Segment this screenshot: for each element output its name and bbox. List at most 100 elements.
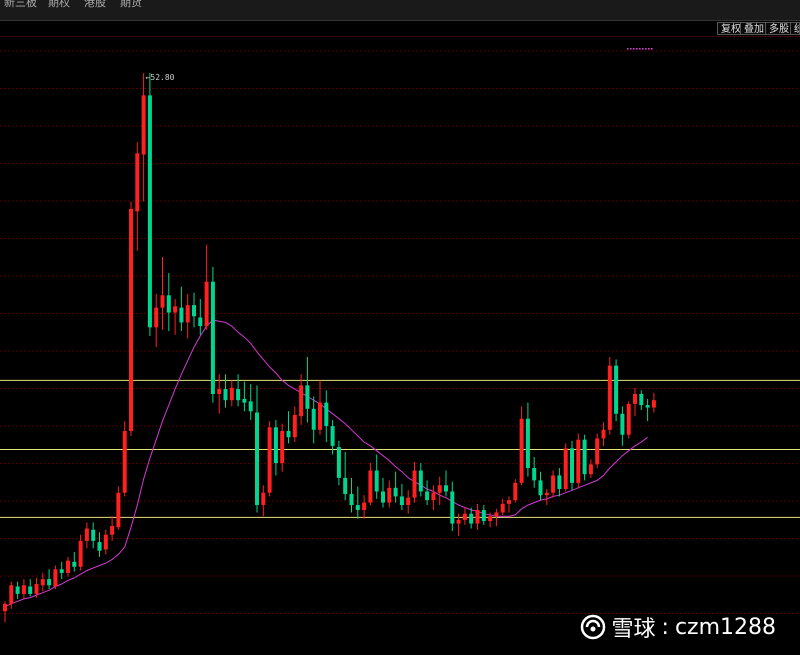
candle-body bbox=[538, 480, 543, 496]
candle-body bbox=[15, 586, 20, 594]
top-tab-bar: 新三板 期权 港股 期货 bbox=[0, 0, 800, 21]
candle-body bbox=[563, 448, 568, 490]
candle-body bbox=[582, 439, 587, 475]
candle-body bbox=[437, 485, 442, 493]
candle-body bbox=[116, 492, 121, 528]
watermark-site: 雪球 bbox=[611, 617, 656, 642]
legend-dot bbox=[633, 48, 635, 50]
tab-hk-stocks[interactable]: 港股 bbox=[84, 0, 106, 10]
legend-dot bbox=[642, 48, 644, 50]
candle-body bbox=[135, 153, 140, 212]
candle-body bbox=[525, 418, 530, 469]
legend-dot bbox=[645, 48, 647, 50]
watermark-separator: : bbox=[661, 614, 669, 640]
candle-body bbox=[412, 470, 417, 498]
legend-dot bbox=[630, 48, 632, 50]
candle-body bbox=[368, 470, 373, 503]
multi-stock-button[interactable]: 多股 bbox=[765, 22, 793, 35]
candle-body bbox=[633, 394, 637, 404]
candle-body bbox=[475, 510, 480, 524]
candle-body bbox=[488, 516, 493, 522]
candle-body bbox=[229, 387, 234, 401]
candle-body bbox=[481, 510, 486, 522]
candle-body bbox=[355, 505, 360, 510]
candle-body bbox=[456, 519, 461, 524]
candle-body bbox=[318, 402, 322, 430]
candle-body bbox=[204, 281, 209, 327]
candle-body bbox=[330, 426, 335, 446]
candle-body bbox=[393, 487, 398, 497]
candle-body bbox=[494, 512, 499, 517]
legend-dot bbox=[636, 48, 638, 50]
candle-body bbox=[280, 431, 285, 464]
candle-body bbox=[185, 305, 190, 323]
candle-body bbox=[248, 401, 253, 412]
candlestick-chart: ←52.80 bbox=[0, 48, 800, 623]
candle-body bbox=[173, 306, 178, 313]
candle-body bbox=[217, 389, 222, 394]
candle-body bbox=[645, 405, 650, 408]
candle-body bbox=[614, 365, 619, 414]
candle-body bbox=[198, 317, 203, 327]
candle-body bbox=[651, 400, 656, 408]
candle-body bbox=[110, 526, 115, 535]
candle-body bbox=[122, 431, 127, 493]
candle-body bbox=[570, 448, 574, 483]
tab-futures[interactable]: 期货 bbox=[120, 0, 142, 10]
candle-body bbox=[286, 431, 291, 438]
legend-dot bbox=[651, 48, 653, 50]
candle-body bbox=[21, 585, 26, 594]
candle-body bbox=[40, 579, 45, 586]
candle-body bbox=[299, 385, 304, 417]
watermark: 雪球 : czm1288 bbox=[580, 611, 776, 643]
candle-body bbox=[34, 584, 39, 594]
candle-body bbox=[343, 477, 348, 494]
candle-body bbox=[387, 487, 392, 503]
tab-neeq[interactable]: 新三板 bbox=[4, 0, 37, 10]
candle-body bbox=[292, 414, 297, 438]
candle-body bbox=[192, 305, 196, 317]
max-price-label: ←52.80 bbox=[146, 73, 175, 82]
candle-body bbox=[601, 429, 606, 439]
candle-body bbox=[305, 385, 310, 409]
candle-body bbox=[399, 496, 404, 506]
candle-body bbox=[72, 561, 77, 567]
candle-body bbox=[444, 485, 448, 492]
candle-body bbox=[160, 295, 165, 308]
candles bbox=[3, 73, 656, 623]
candle-body bbox=[349, 493, 354, 506]
candle-body bbox=[141, 95, 146, 155]
candle-body bbox=[91, 529, 96, 541]
candle-body bbox=[519, 418, 524, 483]
candle-body bbox=[261, 492, 266, 506]
candle-body bbox=[425, 491, 430, 501]
candle-body bbox=[362, 502, 367, 510]
candle-body bbox=[97, 542, 102, 551]
candle-body bbox=[576, 439, 581, 483]
candle-body bbox=[47, 579, 52, 586]
candle-body bbox=[507, 500, 511, 504]
legend-marker bbox=[627, 48, 653, 50]
chart-toolbar: 复权 叠加 多股 统 bbox=[0, 21, 800, 37]
candle-body bbox=[66, 560, 70, 573]
candle-body bbox=[9, 585, 14, 604]
candle-body bbox=[129, 208, 133, 432]
candle-body bbox=[147, 95, 152, 328]
candle-body bbox=[59, 569, 64, 573]
candle-body bbox=[242, 398, 247, 403]
candle-body bbox=[3, 603, 7, 612]
candle-body bbox=[544, 492, 549, 496]
candle-body bbox=[374, 470, 379, 492]
candle-body bbox=[154, 307, 159, 328]
candle-body bbox=[431, 492, 436, 501]
candle-body bbox=[450, 491, 455, 524]
tab-options[interactable]: 期权 bbox=[48, 0, 70, 10]
snowball-logo-icon bbox=[580, 614, 605, 640]
candle-body bbox=[607, 365, 612, 430]
candle-body bbox=[336, 447, 341, 478]
stats-button[interactable]: 统 bbox=[790, 22, 800, 35]
overlay-button[interactable]: 叠加 bbox=[740, 22, 768, 35]
candle-body bbox=[557, 475, 562, 490]
candle-body bbox=[551, 475, 556, 493]
candle-body bbox=[532, 468, 537, 481]
